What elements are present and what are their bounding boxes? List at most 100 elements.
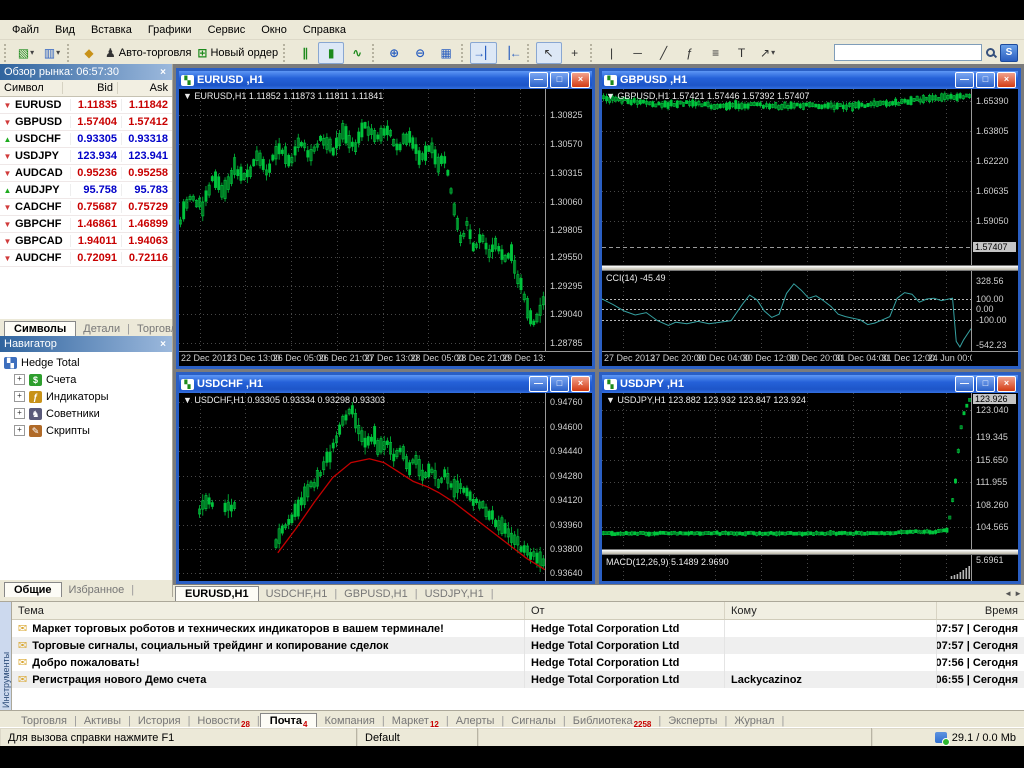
menu-item[interactable]: Вставка bbox=[83, 22, 140, 38]
market-watch-row[interactable]: ▼ AUDCAD 0.95236 0.95258 bbox=[0, 165, 172, 182]
line-chart-button[interactable]: ∿ bbox=[344, 42, 370, 64]
restore-button[interactable]: □ bbox=[976, 376, 995, 392]
market-watch-row[interactable]: ▼ CADCHF 0.75687 0.75729 bbox=[0, 199, 172, 216]
expand-icon[interactable]: + bbox=[14, 408, 25, 419]
chart-window-titlebar[interactable]: ▚ GBPUSD ,H1 — □ × bbox=[602, 71, 1018, 89]
market-watch-row[interactable]: ▼ USDJPY 123.934 123.941 bbox=[0, 148, 172, 165]
horizontal-line-button[interactable]: ─ bbox=[625, 42, 651, 64]
bar-chart-button[interactable]: ∥ bbox=[292, 42, 318, 64]
channels-button[interactable]: ≡ bbox=[703, 42, 729, 64]
arrows-button[interactable]: ↗ ▾ bbox=[755, 42, 781, 64]
toolbar-gripper[interactable] bbox=[67, 43, 72, 62]
toolbar-gripper[interactable] bbox=[4, 43, 9, 62]
search-input[interactable] bbox=[834, 44, 982, 61]
profiles-button[interactable]: ▥ ▾ bbox=[39, 42, 65, 64]
chart-tab[interactable]: USDCHF,H1 bbox=[259, 587, 335, 601]
toolbar-gripper[interactable] bbox=[372, 43, 377, 62]
terminal-tab-6[interactable]: Компания bbox=[317, 714, 381, 728]
indicator-pane[interactable]: CCI(14) -45.49 bbox=[602, 271, 971, 351]
navigator-tab[interactable]: Общие bbox=[4, 582, 62, 597]
navigator-item-indicators[interactable]: + ƒ Индикаторы bbox=[0, 388, 172, 405]
expand-icon[interactable]: + bbox=[14, 425, 25, 436]
minimize-button[interactable]: — bbox=[955, 72, 974, 88]
indicator-pane[interactable]: MACD(12,26,9) 5.1489 2.9690 bbox=[602, 555, 971, 581]
new-order-button[interactable]: ⊞ Новый ордер bbox=[194, 42, 281, 64]
restore-button[interactable]: □ bbox=[550, 376, 569, 392]
minimize-button[interactable]: — bbox=[529, 72, 548, 88]
search-icon[interactable] bbox=[985, 47, 997, 59]
restore-button[interactable]: □ bbox=[550, 72, 569, 88]
mail-row[interactable]: ✉ Торговые сигналы, социальный трейдинг и… bbox=[12, 637, 1024, 654]
restore-button[interactable]: □ bbox=[976, 72, 995, 88]
metaeditor-button[interactable]: ◆ bbox=[76, 42, 102, 64]
market-watch-tab[interactable]: Символы bbox=[4, 321, 77, 336]
terminal-tab-1[interactable]: Торговля bbox=[14, 714, 74, 728]
mail-row[interactable]: ✉ Добро пожаловать! Hedge Total Corporatio… bbox=[12, 654, 1024, 671]
market-watch-tab[interactable]: Детали bbox=[76, 322, 127, 336]
candlestick-chart-button[interactable]: ▮ bbox=[318, 41, 345, 64]
chart-tab[interactable]: GBPUSD,H1 bbox=[337, 587, 415, 601]
close-icon[interactable]: × bbox=[158, 339, 168, 350]
text-button[interactable]: T bbox=[729, 42, 755, 64]
terminal-tab-7[interactable]: Маркет12 bbox=[385, 714, 446, 729]
autotrade-button[interactable]: ♟ Авто-торговля bbox=[102, 42, 194, 64]
chart-shift-button[interactable]: ▕← bbox=[497, 42, 524, 64]
zoom-out-button[interactable]: ⊖ bbox=[407, 42, 433, 64]
tile-windows-button[interactable]: ▦ bbox=[433, 42, 459, 64]
market-watch-row[interactable]: ▲ USDCHF 0.93305 0.93318 bbox=[0, 131, 172, 148]
chart-window-titlebar[interactable]: ▚ USDJPY ,H1 — □ × bbox=[602, 375, 1018, 393]
mail-row[interactable]: ✉ Маркет торговых роботов и технических и… bbox=[12, 620, 1024, 637]
market-watch-row[interactable]: ▼ GBPCHF 1.46861 1.46899 bbox=[0, 216, 172, 233]
terminal-tab-11[interactable]: Эксперты bbox=[661, 714, 724, 728]
zoom-in-button[interactable]: ⊕ bbox=[381, 42, 407, 64]
status-profile[interactable]: Default bbox=[357, 728, 478, 746]
terminal-tab-10[interactable]: Библиотека2258 bbox=[566, 714, 659, 729]
close-button[interactable]: × bbox=[571, 376, 590, 392]
terminal-tab-4[interactable]: Новости28 bbox=[190, 714, 257, 729]
market-watch-row[interactable]: ▼ GBPUSD 1.57404 1.57412 bbox=[0, 114, 172, 131]
minimize-button[interactable]: — bbox=[529, 376, 548, 392]
chart-tab[interactable]: USDJPY,H1 bbox=[418, 587, 491, 601]
market-watch-row[interactable]: ▼ GBPCAD 1.94011 1.94063 bbox=[0, 233, 172, 250]
chart-tab[interactable]: EURUSD,H1 bbox=[175, 586, 259, 601]
chart-pane[interactable]: ▼ GBPUSD,H1 1.57421 1.57446 1.57392 1.57… bbox=[602, 89, 971, 265]
crosshair-button[interactable]: + bbox=[562, 42, 588, 64]
terminal-tab-5[interactable]: Почта4 bbox=[259, 713, 318, 729]
chart-window-titlebar[interactable]: ▚ EURUSD ,H1 — □ × bbox=[179, 71, 592, 89]
chart-pane[interactable]: ▼ USDCHF,H1 0.93305 0.93334 0.93298 0.93… bbox=[179, 393, 545, 581]
navigator-root[interactable]: ▚ Hedge Total bbox=[0, 354, 172, 371]
expand-icon[interactable]: + bbox=[14, 391, 25, 402]
chart-pane[interactable]: ▼ USDJPY,H1 123.882 123.932 123.847 123.… bbox=[602, 393, 971, 549]
community-button[interactable]: S bbox=[1000, 43, 1018, 62]
toolbar-gripper[interactable] bbox=[461, 43, 466, 62]
close-button[interactable]: × bbox=[997, 72, 1016, 88]
expand-icon[interactable]: + bbox=[14, 374, 25, 385]
terminal-tab-12[interactable]: Журнал bbox=[727, 714, 781, 728]
tab-scroll-right-icon[interactable]: ► bbox=[1014, 589, 1022, 598]
menu-item[interactable]: Сервис bbox=[200, 22, 254, 38]
terminal-tab-8[interactable]: Алерты bbox=[449, 714, 502, 728]
chart-pane[interactable]: ▼ EURUSD,H1 1.11852 1.11873 1.11811 1.11… bbox=[179, 89, 545, 351]
menu-item[interactable]: Окно bbox=[253, 22, 295, 38]
navigator-tab[interactable]: Избранное bbox=[62, 583, 132, 597]
trendline-button[interactable]: ╱ bbox=[651, 42, 677, 64]
terminal-tab-9[interactable]: Сигналы bbox=[504, 714, 563, 728]
market-watch-row[interactable]: ▼ EURUSD 1.11835 1.11842 bbox=[0, 97, 172, 114]
navigator-item-experts[interactable]: + ♞ Советники bbox=[0, 405, 172, 422]
close-icon[interactable]: × bbox=[158, 67, 168, 78]
navigator-item-scripts[interactable]: + ✎ Скрипты bbox=[0, 422, 172, 439]
toolbar-gripper[interactable] bbox=[526, 43, 532, 62]
toolbar-gripper[interactable] bbox=[283, 43, 288, 62]
minimize-button[interactable]: — bbox=[955, 376, 974, 392]
mail-row[interactable]: ✉ Регистрация нового Демо счета Hedge Tota… bbox=[12, 671, 1024, 688]
toolbar-gripper[interactable] bbox=[589, 43, 595, 62]
chart-window-titlebar[interactable]: ▚ USDCHF ,H1 — □ × bbox=[179, 375, 592, 393]
auto-scroll-button[interactable]: →▏ bbox=[470, 41, 498, 64]
market-watch-row[interactable]: ▼ AUDCHF 0.72091 0.72116 bbox=[0, 250, 172, 267]
close-button[interactable]: × bbox=[997, 376, 1016, 392]
terminal-tab-2[interactable]: Активы bbox=[77, 714, 128, 728]
market-watch-row[interactable]: ▲ AUDJPY 95.758 95.783 bbox=[0, 182, 172, 199]
vertical-line-button[interactable]: | bbox=[599, 42, 625, 64]
tab-scroll-left-icon[interactable]: ◄ bbox=[1004, 589, 1012, 598]
navigator-item-accounts[interactable]: + $ Счета bbox=[0, 371, 172, 388]
